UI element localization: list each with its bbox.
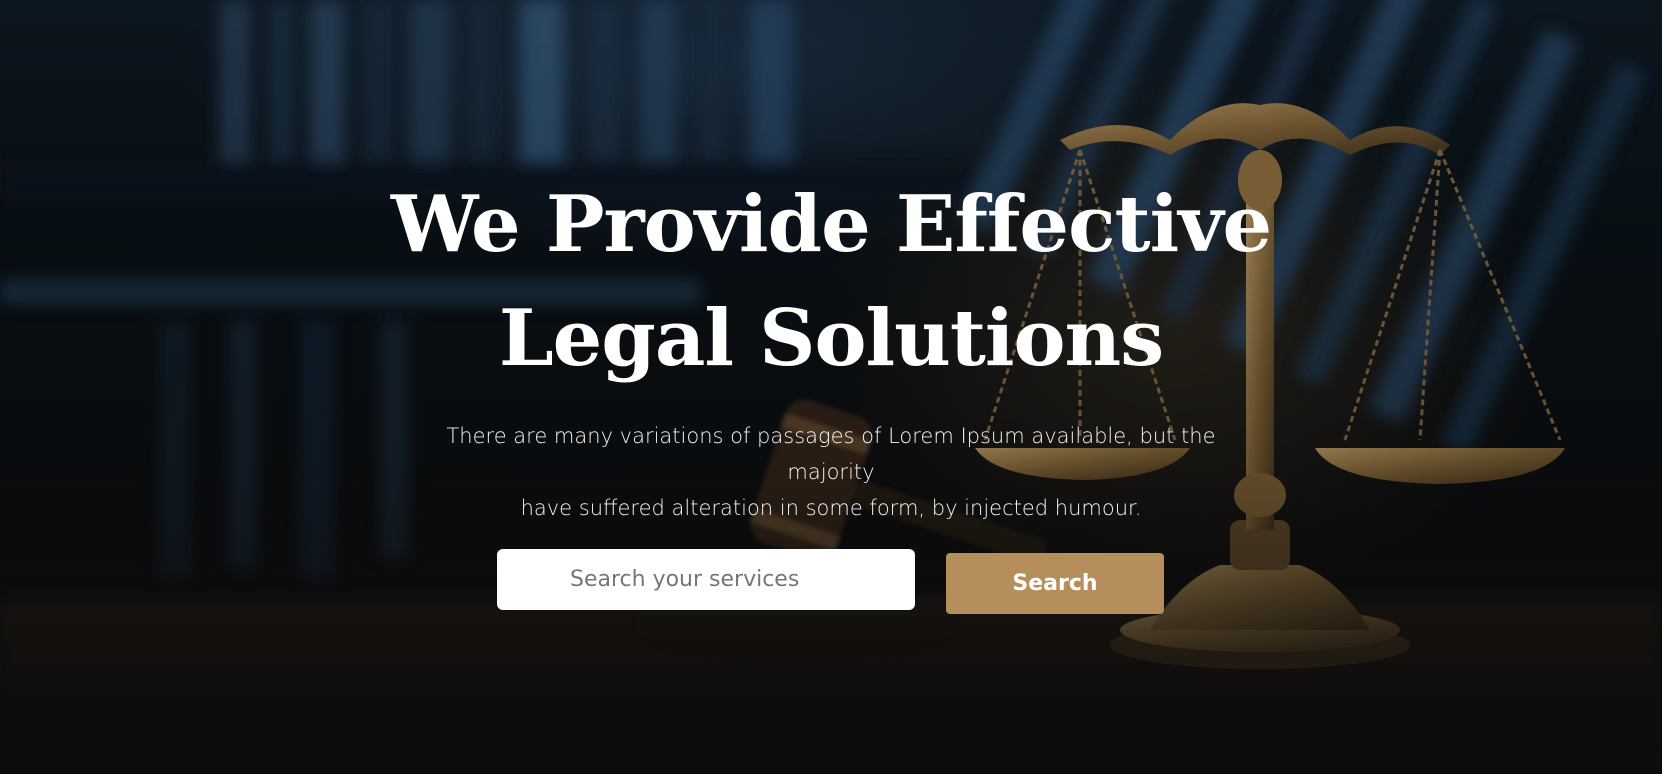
hero-headline-line1: We Provide Effective <box>390 179 1272 270</box>
search-services-input[interactable] <box>497 549 915 610</box>
search-button[interactable]: Search <box>946 553 1164 614</box>
hero-description: There are many variations of passages of… <box>411 418 1251 526</box>
hero-headline: We Provide Effective Legal Solutions <box>331 168 1331 396</box>
hero-section: We Provide Effective Legal Solutions The… <box>0 0 1662 774</box>
hero-headline-line2: Legal Solutions <box>498 293 1164 384</box>
hero-content: We Provide Effective Legal Solutions The… <box>0 0 1662 774</box>
hero-description-line1: There are many variations of passages of… <box>446 424 1216 484</box>
hero-description-line2: have suffered alteration in some form, b… <box>520 496 1142 520</box>
